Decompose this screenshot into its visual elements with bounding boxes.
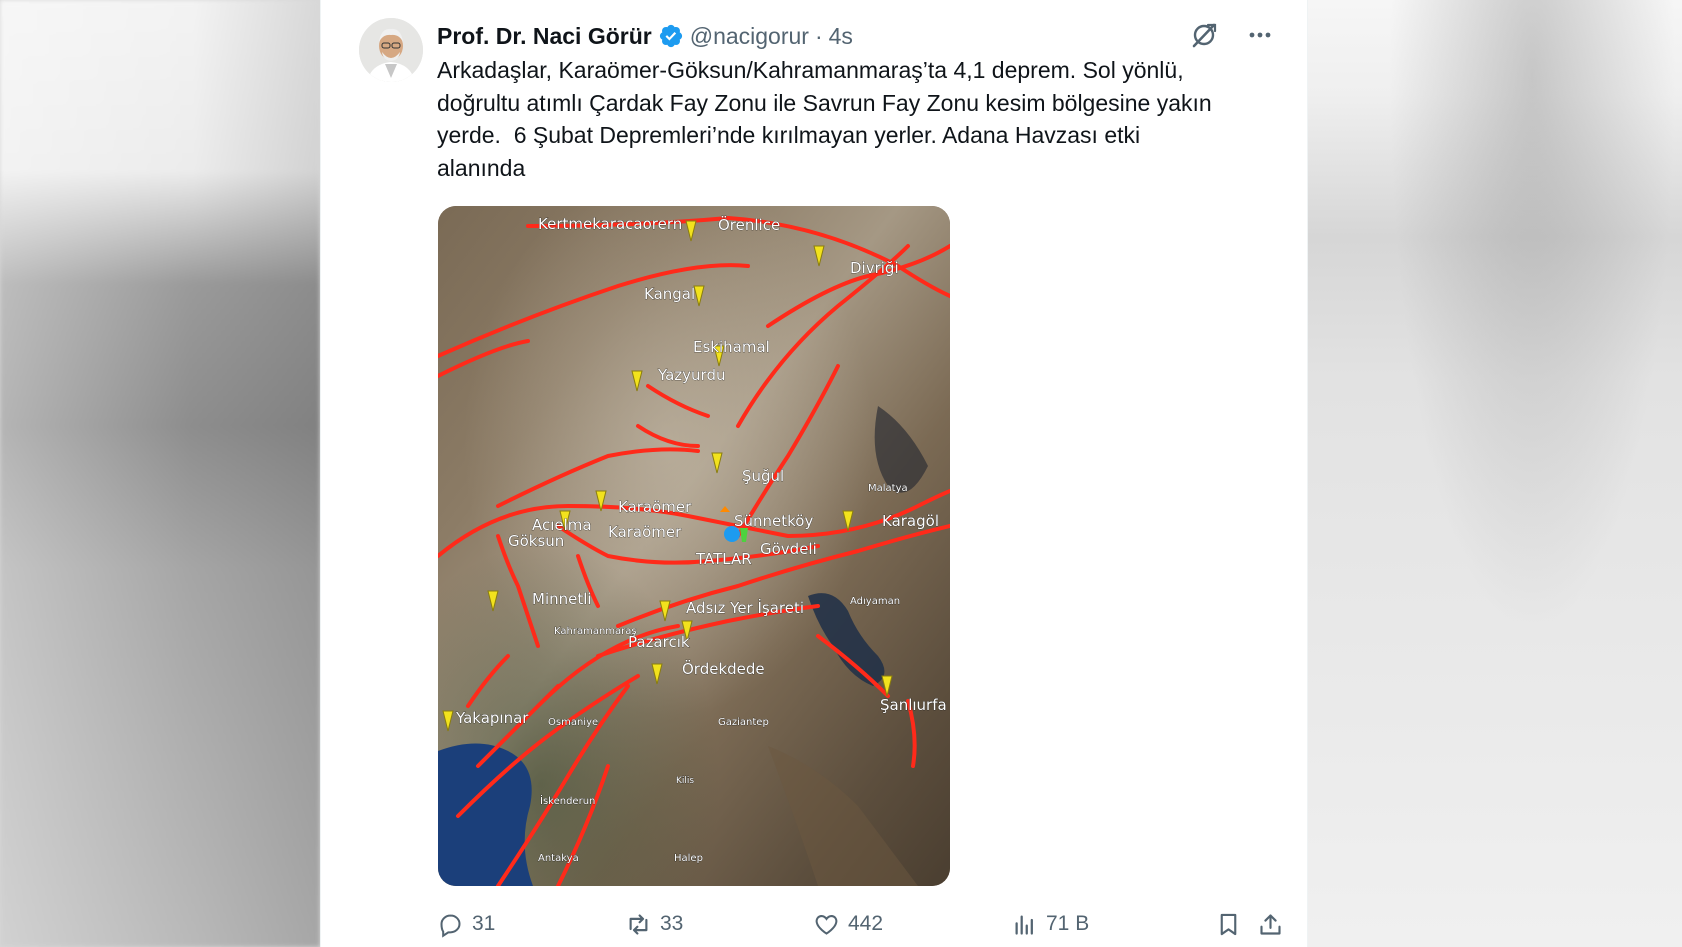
map-label: İskenderun: [540, 794, 595, 807]
map-label: Gaziantep: [718, 717, 769, 728]
post-header: Prof. Dr. Naci Görür @nacigorur · 4s: [437, 20, 853, 52]
views-button[interactable]: 71 B: [1011, 906, 1089, 942]
post-timestamp[interactable]: 4s: [829, 23, 853, 50]
repost-button[interactable]: 33: [625, 906, 683, 942]
like-icon: [815, 914, 838, 935]
blurred-background-right: [1308, 0, 1682, 947]
repost-icon: [629, 913, 648, 935]
map-label: TATLAR: [695, 550, 752, 568]
post-image-fault-map[interactable]: Kertmekaracaorern Örenlice Divriği Kanga…: [438, 206, 950, 886]
bookmark-button[interactable]: [1215, 906, 1242, 942]
map-label: Pazarcık: [628, 633, 690, 651]
map-label: Adsız Yer İşareti: [686, 598, 804, 617]
post-card[interactable]: Prof. Dr. Naci Görür @nacigorur · 4s Ark…: [320, 0, 1308, 947]
map-label: Kangal: [644, 285, 695, 303]
map-label: Antakya: [538, 853, 579, 864]
reply-button[interactable]: 31: [437, 906, 495, 942]
map-label: Divriği: [850, 259, 899, 277]
map-label: Göksun: [508, 532, 564, 550]
map-label: Karagöl: [882, 512, 939, 530]
map-label: Ördekdede: [682, 659, 765, 678]
map-label: Karaömer: [608, 523, 682, 541]
map-label: Kertmekaracaorern: [538, 215, 682, 233]
bookmark-icon: [1220, 913, 1237, 935]
avatar[interactable]: [359, 18, 423, 82]
grok-icon[interactable]: [1187, 18, 1221, 52]
share-icon: [1260, 913, 1281, 935]
map-label: Halep: [674, 853, 703, 864]
map-label: Yakapınar: [455, 709, 529, 727]
map-label: Eskihamal: [693, 338, 770, 356]
map-label: Şuğul: [742, 467, 784, 485]
repost-count: 33: [660, 912, 684, 935]
views-icon: [1015, 915, 1033, 935]
author-name[interactable]: Prof. Dr. Naci Görür: [437, 23, 652, 50]
map-label: Yazyurdu: [657, 366, 725, 384]
views-count: 71 B: [1046, 912, 1090, 935]
more-icon[interactable]: [1243, 18, 1277, 52]
reply-count: 31: [472, 912, 496, 935]
author-handle[interactable]: @nacigorur: [690, 23, 809, 50]
verified-badge-icon: [658, 23, 684, 49]
post-text: Arkadaşlar, Karaömer-Göksun/Kahramanmara…: [437, 57, 1212, 181]
like-button[interactable]: 442: [813, 906, 883, 942]
blurred-background-left: [0, 0, 320, 947]
map-label: Minnetli: [532, 590, 592, 608]
map-label: Osmaniye: [548, 717, 598, 728]
map-label: Kilis: [676, 776, 694, 786]
like-count: 442: [848, 912, 884, 935]
map-label: Örenlice: [718, 215, 780, 234]
share-button[interactable]: [1257, 906, 1284, 942]
map-label: Karaömer: [618, 498, 692, 516]
reply-icon: [440, 913, 461, 938]
separator-dot: ·: [814, 22, 823, 49]
map-label: Gövdeli: [760, 540, 817, 558]
header-actions: [1187, 18, 1277, 52]
map-label: Şanlıurfa: [880, 696, 947, 714]
map-label: Adıyaman: [850, 596, 900, 607]
action-bar: 31 33 442 71 B: [437, 906, 1285, 942]
map-label: Kahramanmaraş: [554, 626, 637, 637]
map-label: Malatya: [868, 483, 908, 494]
map-label: Sünnetköy: [734, 512, 813, 530]
